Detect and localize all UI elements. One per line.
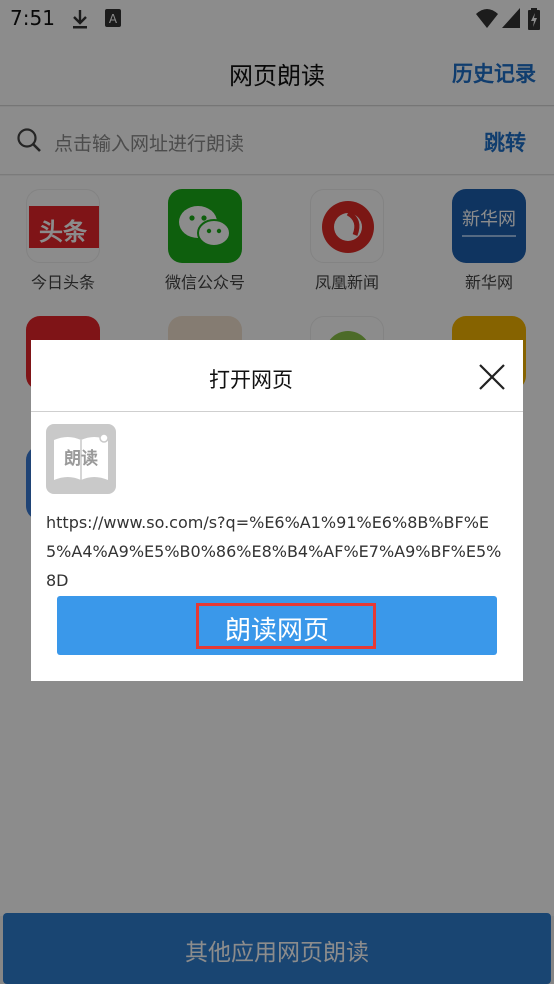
book-icon: 朗读 xyxy=(46,424,116,494)
dialog-header: 打开网页 xyxy=(31,340,523,412)
highlight-box xyxy=(196,603,376,649)
open-webpage-dialog: 打开网页 朗读 https://www.so.com/s?q=%E6%A1%91… xyxy=(31,340,523,681)
read-webpage-button[interactable]: 朗读网页 xyxy=(57,596,497,655)
dialog-title: 打开网页 xyxy=(209,368,293,392)
url-text: https://www.so.com/s?q=%E6%A1%91%E6%8B%B… xyxy=(46,513,502,590)
close-icon[interactable] xyxy=(477,362,507,392)
book-icon-text: 朗读 xyxy=(64,449,98,469)
